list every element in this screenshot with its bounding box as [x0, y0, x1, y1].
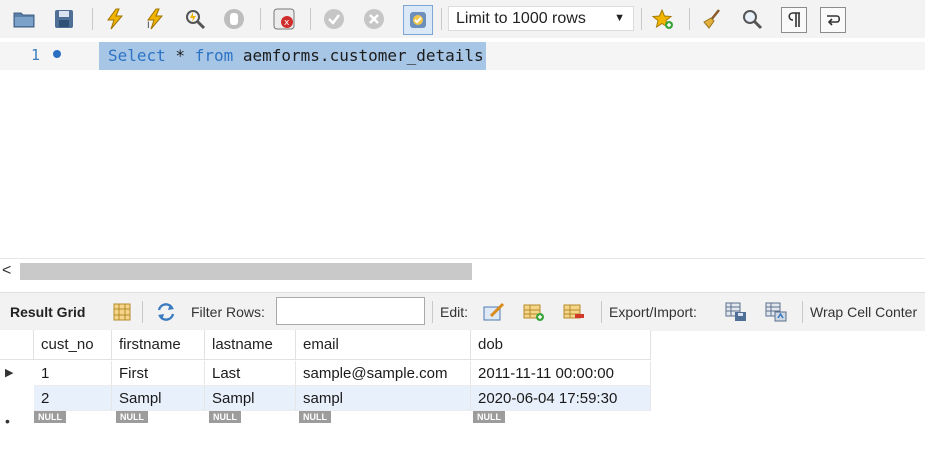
- sql-keyword-from: from: [194, 46, 234, 65]
- add-row-icon[interactable]: [522, 301, 546, 323]
- column-header-cust-no[interactable]: cust_no: [34, 330, 112, 360]
- explain-icon[interactable]: [183, 7, 207, 31]
- current-row-marker-icon: ▶: [5, 367, 14, 379]
- limit-rows-select[interactable]: Limit to 1000 rows ▼: [448, 6, 634, 31]
- null-badge: NULL: [209, 411, 241, 423]
- rollback-icon[interactable]: [362, 7, 386, 31]
- toolbar-separator: [641, 8, 642, 30]
- toolbar-separator: [432, 301, 433, 323]
- column-header-dob[interactable]: dob: [471, 330, 651, 360]
- wrap-icon[interactable]: [820, 7, 846, 33]
- column-header-firstname[interactable]: firstname: [112, 330, 205, 360]
- sql-table-name: aemforms.customer_details: [233, 46, 484, 65]
- null-badge: NULL: [473, 411, 505, 423]
- table-cell[interactable]: 2020-06-04 17:59:30: [471, 386, 651, 411]
- table-cell[interactable]: 2011-11-11 00:00:00: [471, 361, 651, 386]
- toolbar-separator: [802, 301, 803, 323]
- null-badge: NULL: [299, 411, 331, 423]
- editor-horizontal-scrollbar[interactable]: <: [0, 258, 925, 285]
- scrollbar-thumb[interactable]: [20, 263, 472, 280]
- result-grid-toolbar: Result Grid Filter Rows: Edit: Export/Im…: [0, 292, 925, 331]
- editor-current-line: 1 Select * from aemforms.customer_detail…: [0, 42, 925, 70]
- svg-text:x: x: [284, 18, 290, 28]
- column-header-lastname[interactable]: lastname: [205, 330, 296, 360]
- limit-rows-value: Limit to 1000 rows: [456, 10, 586, 27]
- new-row[interactable]: • NULL NULL NULL NULL NULL: [0, 411, 651, 429]
- sql-editor[interactable]: 1 Select * from aemforms.customer_detail…: [0, 38, 925, 258]
- toolbar-separator: [601, 301, 602, 323]
- toolbar-separator: [142, 301, 143, 323]
- toolbar-separator: [310, 8, 311, 30]
- execute-icon[interactable]: [103, 7, 127, 31]
- table-cell[interactable]: First: [112, 361, 205, 386]
- commit-icon[interactable]: [322, 7, 346, 31]
- execute-current-icon[interactable]: I: [143, 7, 167, 31]
- toolbar-separator: [92, 8, 93, 30]
- result-grid-tab[interactable]: Result Grid: [10, 304, 85, 320]
- edit-row-icon[interactable]: [482, 301, 506, 323]
- save-icon[interactable]: [52, 7, 76, 31]
- autocommit-icon[interactable]: [403, 5, 433, 35]
- bookmark-icon[interactable]: [651, 7, 675, 31]
- table-cell[interactable]: sampl: [296, 386, 471, 411]
- row-header-corner: [0, 330, 34, 360]
- column-header-email[interactable]: email: [296, 330, 471, 360]
- grid-view-icon[interactable]: [110, 301, 134, 323]
- sql-keyword-select: Select: [108, 46, 166, 65]
- svg-text:I: I: [147, 21, 150, 30]
- table-cell[interactable]: Last: [205, 361, 296, 386]
- invisibles-icon[interactable]: [781, 7, 807, 33]
- export-icon[interactable]: [724, 301, 748, 323]
- table-cell[interactable]: sample@sample.com: [296, 361, 471, 386]
- null-badge: NULL: [34, 411, 66, 423]
- table-cell[interactable]: Sampl: [205, 386, 296, 411]
- export-import-label: Export/Import:: [609, 304, 697, 320]
- edit-label: Edit:: [440, 304, 469, 320]
- sql-statement[interactable]: Select * from aemforms.customer_details: [99, 42, 486, 70]
- toggle-error-icon[interactable]: x: [272, 7, 296, 31]
- line-number: 1: [31, 46, 41, 64]
- open-folder-icon[interactable]: [12, 7, 36, 31]
- find-icon[interactable]: [740, 7, 764, 31]
- table-cell[interactable]: Sampl: [112, 386, 205, 411]
- beautify-icon[interactable]: [700, 7, 724, 31]
- new-row-marker-icon: •: [5, 413, 10, 429]
- toolbar-separator: [441, 8, 442, 30]
- null-badge: NULL: [116, 411, 148, 423]
- delete-row-icon[interactable]: [562, 301, 586, 323]
- editor-toolbar: I x Limit to 1000 rows ▼: [0, 0, 925, 38]
- toolbar-separator: [260, 8, 261, 30]
- refresh-icon[interactable]: [154, 301, 178, 323]
- table-cell[interactable]: 2: [34, 386, 112, 411]
- scroll-left-icon[interactable]: <: [2, 262, 11, 280]
- chevron-down-icon: ▼: [614, 12, 625, 24]
- stop-icon[interactable]: [222, 7, 246, 31]
- statement-marker-icon: [53, 50, 61, 58]
- wrap-cell-content-label[interactable]: Wrap Cell Conter: [810, 304, 917, 320]
- table-cell[interactable]: 1: [34, 361, 112, 386]
- toolbar-separator: [689, 8, 690, 30]
- filter-rows-label: Filter Rows:: [191, 304, 265, 320]
- filter-rows-input[interactable]: [276, 297, 425, 325]
- sql-star: *: [165, 46, 195, 65]
- import-icon[interactable]: [764, 301, 788, 323]
